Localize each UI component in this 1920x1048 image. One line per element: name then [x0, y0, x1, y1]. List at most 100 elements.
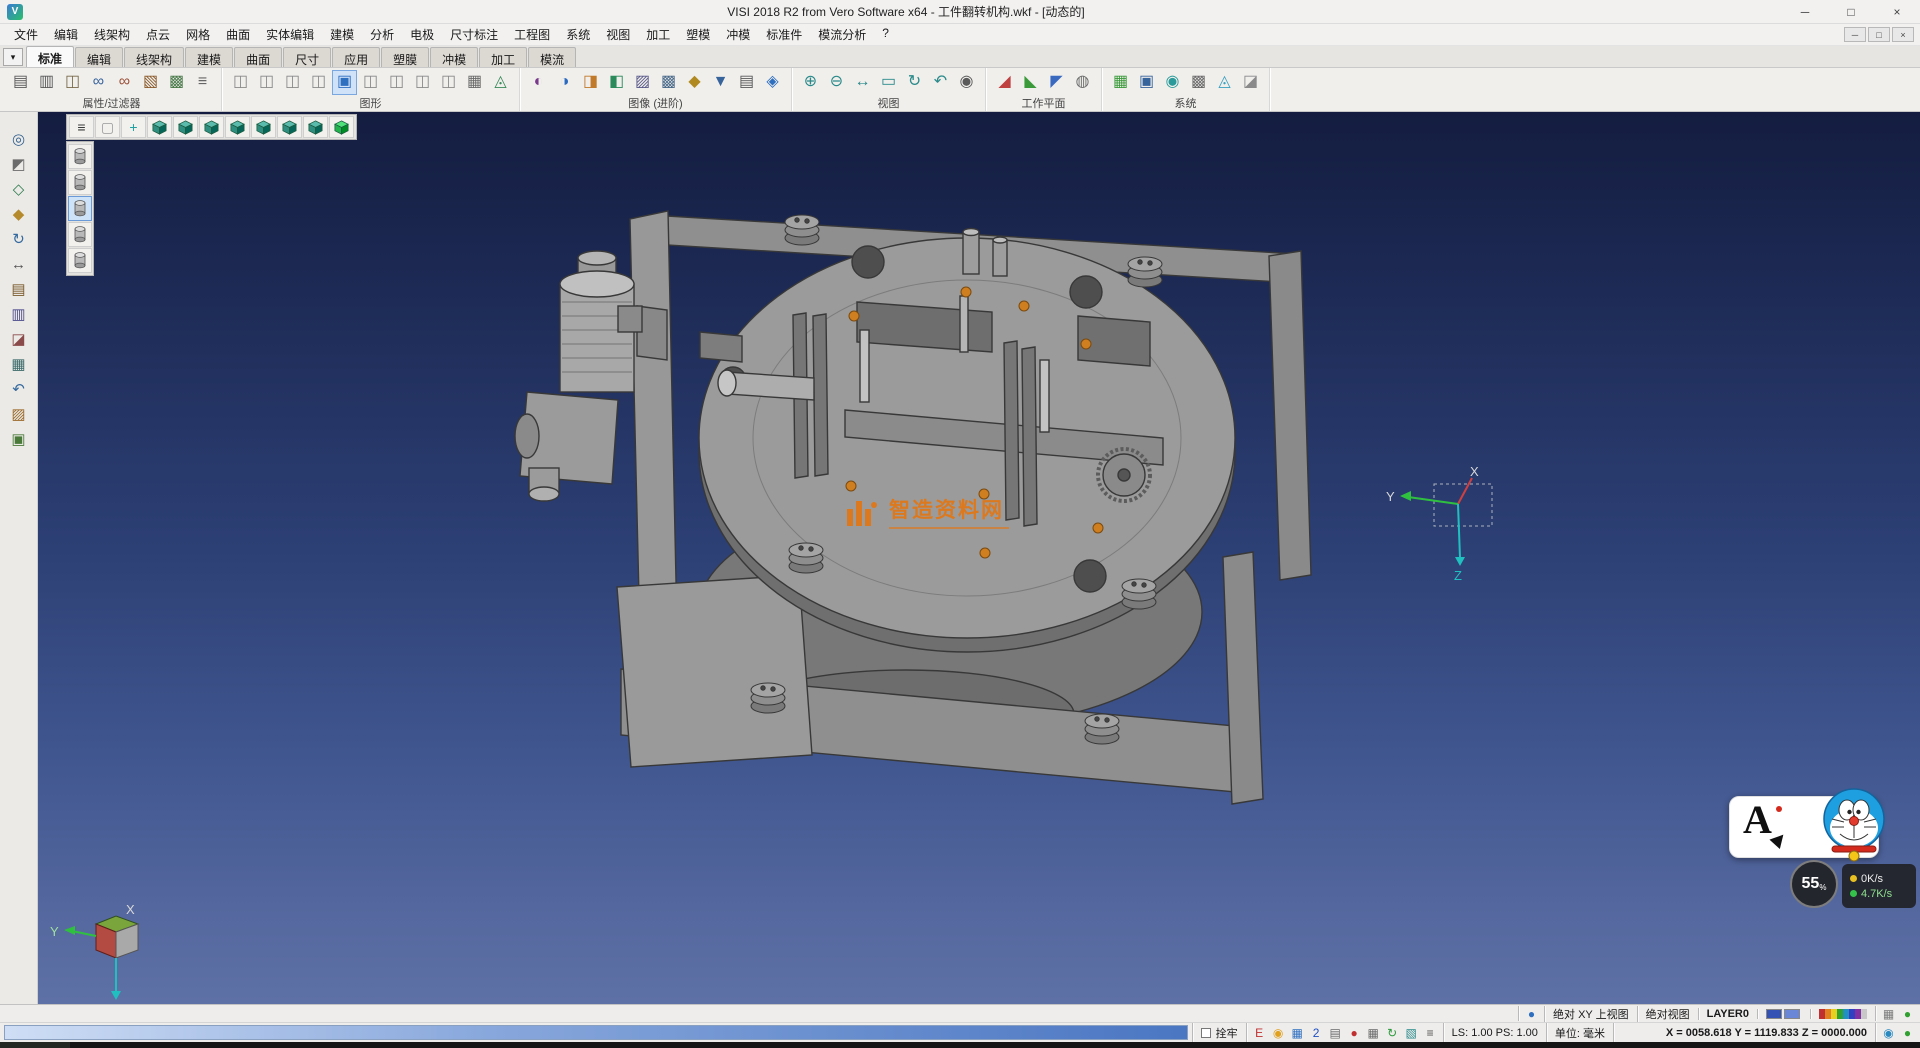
view-camera-icon[interactable]: ◉: [954, 70, 979, 95]
bottom-view-icon[interactable]: [303, 116, 328, 138]
undo-icon[interactable]: ↶: [6, 378, 32, 401]
sheet-icon[interactable]: ▤: [1327, 1025, 1344, 1040]
ucs-origin-icon[interactable]: +: [121, 116, 146, 138]
tab-overflow-button[interactable]: ▾: [3, 48, 23, 66]
unlink-attributes-icon[interactable]: ∞: [112, 70, 137, 95]
rotate-view-icon[interactable]: ↻: [902, 70, 927, 95]
start-button-sliver[interactable]: [0, 1042, 70, 1048]
menu-item-1[interactable]: 编辑: [46, 24, 86, 45]
viewport-menu-icon[interactable]: ≡: [69, 116, 94, 138]
windows-taskbar[interactable]: [0, 1042, 1920, 1048]
units-cell[interactable]: 单位: 毫米: [1546, 1023, 1613, 1042]
online-status-icon[interactable]: ●: [1899, 1006, 1916, 1021]
snap-icon[interactable]: ◎: [6, 128, 32, 151]
brightness-icon[interactable]: ◉: [1270, 1025, 1287, 1040]
tab-7[interactable]: 塑膜: [381, 47, 429, 67]
paste-solid-icon[interactable]: ◫: [306, 70, 331, 95]
rotate-entity-icon[interactable]: ↻: [6, 228, 32, 251]
erase-icon[interactable]: ◪: [6, 328, 32, 351]
mdi-minimize-button[interactable]: ─: [1844, 27, 1866, 42]
color-palette-icon[interactable]: ▦: [1289, 1025, 1306, 1040]
tab-4[interactable]: 曲面: [234, 47, 282, 67]
refresh-icon[interactable]: ↻: [1384, 1025, 1401, 1040]
cylinder-tool-3-icon[interactable]: [68, 196, 92, 221]
cylinder-tool-2-icon[interactable]: [68, 170, 92, 195]
menu-item-11[interactable]: 工程图: [506, 24, 558, 45]
tab-6[interactable]: 应用: [332, 47, 380, 67]
tab-3[interactable]: 建模: [185, 47, 233, 67]
draw-icon[interactable]: ◆: [6, 203, 32, 226]
measure-icon[interactable]: ◇: [6, 178, 32, 201]
view-mode-cell[interactable]: 绝对 XY 上视图: [1544, 1006, 1637, 1022]
left-view-icon[interactable]: [251, 116, 276, 138]
snap-grid-icon[interactable]: ▦: [1365, 1025, 1382, 1040]
absolute-view-cell[interactable]: 绝对视图: [1637, 1006, 1698, 1022]
tab-5[interactable]: 尺寸: [283, 47, 331, 67]
tab-10[interactable]: 模流: [528, 47, 576, 67]
system-matrix-icon[interactable]: ▩: [1186, 70, 1211, 95]
system-colors-icon[interactable]: ▦: [1108, 70, 1133, 95]
cylinder-tool-1-icon[interactable]: [68, 144, 92, 169]
menu-item-12[interactable]: 系统: [558, 24, 598, 45]
ecad-icon[interactable]: E: [1251, 1025, 1268, 1040]
overlay-card[interactable]: A: [1729, 796, 1879, 858]
cad-model-canvas[interactable]: X Y Z X Y: [38, 112, 1920, 1004]
viewport-3d[interactable]: X Y Z X Y ≡▢+ 智造资料网: [38, 112, 1920, 1004]
layer-manager-icon[interactable]: ▤: [734, 70, 759, 95]
menu-item-10[interactable]: 尺寸标注: [442, 24, 506, 45]
render-icon[interactable]: ◨: [578, 70, 603, 95]
grid-status-icon[interactable]: ▦: [1880, 1006, 1897, 1021]
sketch-icon[interactable]: ◆: [682, 70, 707, 95]
record-icon[interactable]: ●: [1346, 1025, 1363, 1040]
maximize-button[interactable]: □: [1828, 0, 1874, 23]
grid-display-icon[interactable]: ▦: [462, 70, 487, 95]
palette-icon[interactable]: ▨: [6, 403, 32, 426]
menu-item-7[interactable]: 建模: [322, 24, 362, 45]
color-swatch[interactable]: [1784, 1009, 1800, 1019]
menu-item-18[interactable]: 模流分析: [810, 24, 874, 45]
back-view-icon[interactable]: [277, 116, 302, 138]
transparency-icon[interactable]: ▨: [630, 70, 655, 95]
hide-entities-icon[interactable]: ◫: [358, 70, 383, 95]
menu-item-6[interactable]: 实体编辑: [258, 24, 322, 45]
system-monitor-icon[interactable]: ▣: [1134, 70, 1159, 95]
menu-item-13[interactable]: 视图: [598, 24, 638, 45]
saved-views-icon[interactable]: ▣: [6, 428, 32, 451]
close-button[interactable]: ×: [1874, 0, 1920, 23]
print-icon[interactable]: ▤: [8, 70, 33, 95]
status-info-icon[interactable]: ●: [1523, 1006, 1540, 1021]
system-snowflake-icon[interactable]: ◬: [1212, 70, 1237, 95]
fit-view-icon[interactable]: ▭: [876, 70, 901, 95]
cylinder-tool-4-icon[interactable]: [68, 222, 92, 247]
grid-icon[interactable]: ▦: [6, 353, 32, 376]
progress-circle[interactable]: 55 %: [1790, 860, 1838, 908]
workplane-auto-icon[interactable]: ◣: [1018, 70, 1043, 95]
cylinder-tool-5-icon[interactable]: [68, 248, 92, 273]
menu-item-3[interactable]: 点云: [138, 24, 178, 45]
color-swatch[interactable]: [1766, 1009, 1782, 1019]
layer-cell[interactable]: LAYER0: [1698, 1008, 1757, 1020]
dynamic-section-icon[interactable]: ◧: [604, 70, 629, 95]
top-view-icon[interactable]: [173, 116, 198, 138]
previous-view-icon[interactable]: ↶: [928, 70, 953, 95]
clipboard-new-icon[interactable]: ◫: [228, 70, 253, 95]
tab-1[interactable]: 编辑: [75, 47, 123, 67]
menu-item-8[interactable]: 分析: [362, 24, 402, 45]
menu-item-15[interactable]: 塑模: [678, 24, 718, 45]
menu-item-2[interactable]: 线架构: [86, 24, 138, 45]
entity-test-icon[interactable]: ◬: [488, 70, 513, 95]
layers-icon[interactable]: ▤: [6, 278, 32, 301]
menu-item-9[interactable]: 电极: [402, 24, 442, 45]
dynamic-rotate-icon[interactable]: [329, 116, 354, 138]
gps-icon[interactable]: ●: [1899, 1025, 1916, 1040]
zoom-out-icon[interactable]: ⊖: [824, 70, 849, 95]
menu-item-4[interactable]: 网格: [178, 24, 218, 45]
tab-8[interactable]: 冲模: [430, 47, 478, 67]
show-entities-icon[interactable]: ◫: [384, 70, 409, 95]
attribute-filter-icon[interactable]: ▧: [138, 70, 163, 95]
blank-entities-icon[interactable]: ◫: [410, 70, 435, 95]
menu-item-0[interactable]: 文件: [6, 24, 46, 45]
select-mode-icon[interactable]: ≡: [1422, 1025, 1439, 1040]
sync-icon[interactable]: ◉: [1880, 1025, 1897, 1040]
move-entity-icon[interactable]: ↔: [6, 253, 32, 276]
